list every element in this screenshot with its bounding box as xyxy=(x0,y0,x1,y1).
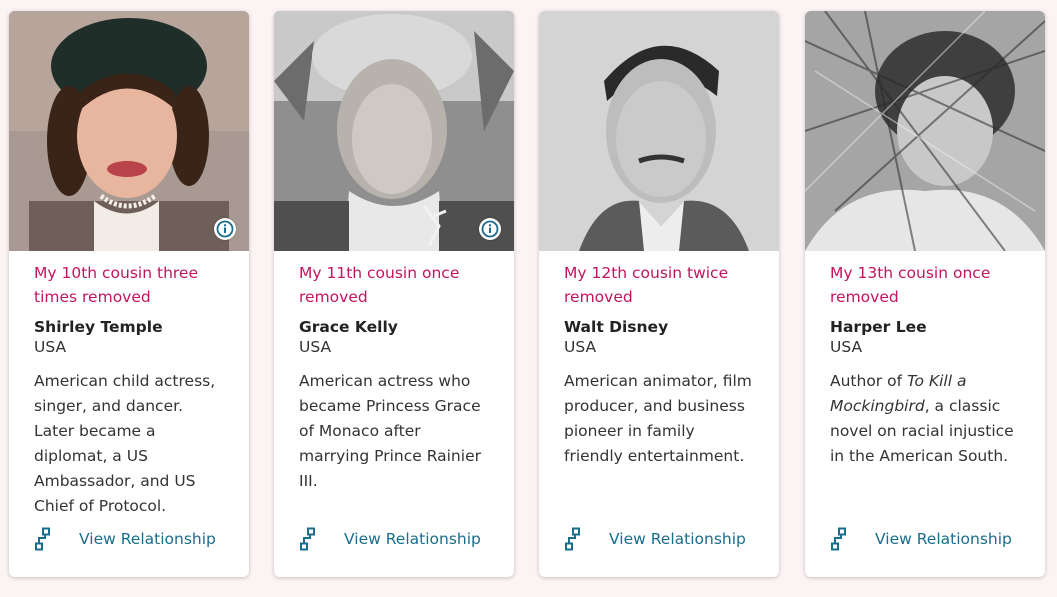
portrait-photo xyxy=(9,11,249,251)
person-description: American child actress, singer, and danc… xyxy=(34,372,216,515)
view-relationship-button[interactable]: View Relationship xyxy=(299,527,481,551)
view-relationship-label: View Relationship xyxy=(344,530,481,548)
view-relationship-label: View Relationship xyxy=(875,530,1012,548)
portrait-image xyxy=(539,11,779,251)
relative-card-grace-kelly: My 11th cousin once removed Grace Kelly … xyxy=(274,11,514,577)
relationship-label: My 10th cousin three times removed xyxy=(34,264,198,306)
relationship-path-icon xyxy=(35,527,50,551)
person-name: Walt Disney xyxy=(564,318,669,336)
person-description: American actress who became Princess Gra… xyxy=(299,372,481,490)
info-icon[interactable] xyxy=(214,218,236,240)
portrait-photo xyxy=(805,11,1045,251)
relationship-path-icon xyxy=(831,527,846,551)
view-relationship-label: View Relationship xyxy=(609,530,746,548)
view-relationship-label: View Relationship xyxy=(79,530,216,548)
relationship-path-icon xyxy=(300,527,315,551)
famous-relatives-cards: My 10th cousin three times removed Shirl… xyxy=(0,0,1057,597)
relationship-label: My 12th cousin twice removed xyxy=(564,264,729,306)
info-icon[interactable] xyxy=(479,218,501,240)
portrait-image xyxy=(9,11,249,251)
person-name: Harper Lee xyxy=(830,318,927,336)
person-name: Grace Kelly xyxy=(299,318,398,336)
portrait-image xyxy=(274,11,514,251)
person-country: USA xyxy=(299,338,332,356)
relative-card-walt-disney: My 12th cousin twice removed Walt Disney… xyxy=(539,11,779,577)
person-name: Shirley Temple xyxy=(34,318,163,336)
view-relationship-button[interactable]: View Relationship xyxy=(34,527,216,551)
portrait-image xyxy=(805,11,1045,251)
person-country: USA xyxy=(830,338,863,356)
description-prefix: Author of xyxy=(830,372,907,390)
relationship-path-icon xyxy=(565,527,580,551)
view-relationship-button[interactable]: View Relationship xyxy=(830,527,1012,551)
person-description: Author of To Kill a Mockingbird, a class… xyxy=(830,369,1020,469)
portrait-photo xyxy=(539,11,779,251)
person-description: American animator, film producer, and bu… xyxy=(564,372,752,465)
person-country: USA xyxy=(564,338,597,356)
person-country: USA xyxy=(34,338,67,356)
view-relationship-button[interactable]: View Relationship xyxy=(564,527,746,551)
relationship-label: My 11th cousin once removed xyxy=(299,264,460,306)
relationship-label: My 13th cousin once removed xyxy=(830,264,991,306)
relative-card-shirley-temple: My 10th cousin three times removed Shirl… xyxy=(9,11,249,577)
portrait-photo xyxy=(274,11,514,251)
relative-card-harper-lee: My 13th cousin once removed Harper Lee U… xyxy=(805,11,1045,577)
